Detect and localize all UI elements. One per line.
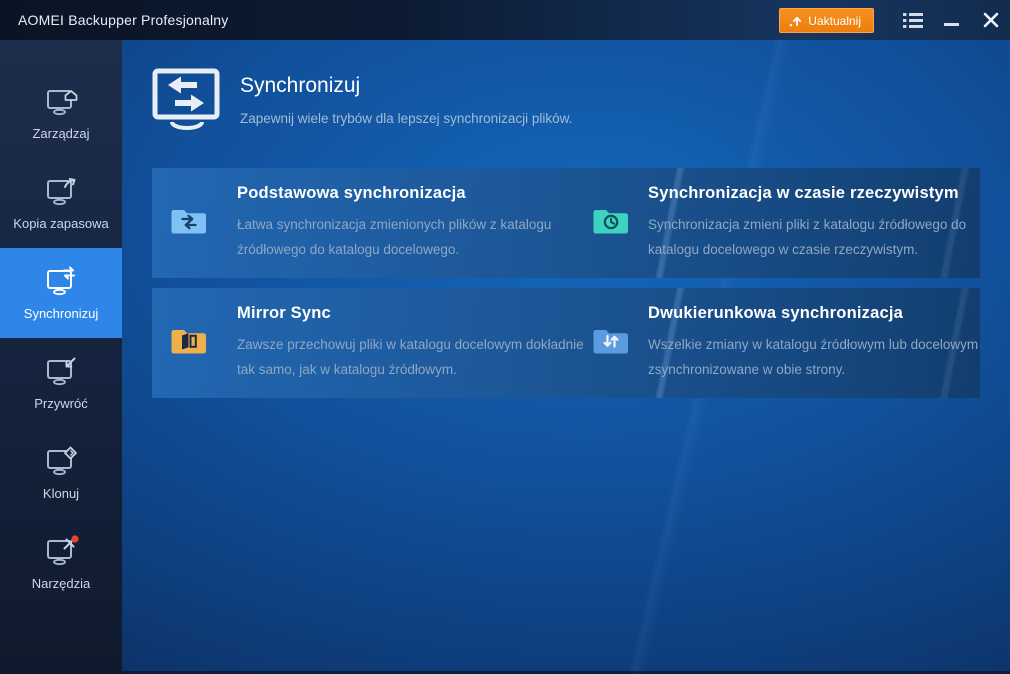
sidebar-item-label: Narzędzia xyxy=(32,576,91,591)
card-title: Podstawowa synchronizacja xyxy=(237,184,585,203)
card-description: Wszelkie zmiany w katalogu źródłowym lub… xyxy=(648,332,980,382)
folder-sync-icon xyxy=(170,205,208,241)
minimize-icon[interactable] xyxy=(938,6,964,34)
monitor-tools-icon xyxy=(43,535,79,567)
sidebar-item-manage[interactable]: Zarządzaj xyxy=(0,68,122,158)
card-description: Zawsze przechowuj pliki w katalogu docel… xyxy=(237,332,585,382)
card-two-way-sync[interactable]: Dwukierunkowa synchronizacja Wszelkie zm… xyxy=(592,288,980,398)
page-subtitle: Zapewnij wiele trybów dla lepszej synchr… xyxy=(240,111,572,126)
page-title: Synchronizuj xyxy=(240,74,572,98)
upgrade-button-label: Uaktualnij xyxy=(808,14,861,28)
app-window: AOMEI Backupper Profesjonalny Uaktualnij xyxy=(0,0,1010,674)
sidebar-item-clone[interactable]: Klonuj xyxy=(0,428,122,518)
card-mirror-sync[interactable]: Mirror Sync Zawsze przechowuj pliki w ka… xyxy=(170,288,585,398)
sidebar: Zarządzaj Kopia zapasowa Synchronizu xyxy=(0,40,122,674)
monitor-clone-icon xyxy=(43,445,79,477)
sidebar-item-tools[interactable]: Narzędzia xyxy=(0,518,122,608)
monitor-backup-icon xyxy=(43,175,79,207)
sidebar-item-label: Przywróć xyxy=(34,396,87,411)
window-title: AOMEI Backupper Profesjonalny xyxy=(18,12,228,28)
sync-monitor-icon xyxy=(152,68,222,137)
menu-icon[interactable] xyxy=(900,6,926,34)
card-realtime-sync[interactable]: Synchronizacja w czasie rzeczywistym Syn… xyxy=(592,168,980,278)
page-header: Synchronizuj Zapewnij wiele trybów dla l… xyxy=(152,68,572,137)
card-description: Synchronizacja zmieni pliki z katalogu ź… xyxy=(648,212,980,262)
monitor-restore-icon xyxy=(43,355,79,387)
monitor-home-icon xyxy=(43,85,79,117)
card-basic-sync[interactable]: Podstawowa synchronizacja Łatwa synchron… xyxy=(170,168,585,278)
upgrade-button[interactable]: Uaktualnij xyxy=(779,8,874,33)
folder-mirror-icon xyxy=(170,325,208,361)
sidebar-item-label: Zarządzaj xyxy=(32,126,89,141)
sidebar-item-label: Kopia zapasowa xyxy=(13,216,108,231)
card-title: Synchronizacja w czasie rzeczywistym xyxy=(648,184,980,203)
sidebar-item-restore[interactable]: Przywróć xyxy=(0,338,122,428)
mode-row-2: Mirror Sync Zawsze przechowuj pliki w ka… xyxy=(152,288,980,398)
sidebar-item-sync[interactable]: Synchronizuj xyxy=(0,248,122,338)
card-title: Mirror Sync xyxy=(237,304,585,323)
folder-clock-icon xyxy=(592,205,630,241)
mode-row-1: Podstawowa synchronizacja Łatwa synchron… xyxy=(152,168,980,278)
folder-updown-icon xyxy=(592,325,630,361)
sync-mode-list: Podstawowa synchronizacja Łatwa synchron… xyxy=(152,168,980,408)
upgrade-arrow-icon xyxy=(789,14,802,27)
sidebar-item-label: Synchronizuj xyxy=(24,306,98,321)
card-title: Dwukierunkowa synchronizacja xyxy=(648,304,980,323)
close-icon[interactable] xyxy=(978,6,1004,34)
sidebar-item-label: Klonuj xyxy=(43,486,79,501)
titlebar: AOMEI Backupper Profesjonalny Uaktualnij xyxy=(0,0,1010,40)
notification-dot xyxy=(71,535,78,542)
monitor-sync-icon xyxy=(43,265,79,297)
main-content: Synchronizuj Zapewnij wiele trybów dla l… xyxy=(122,40,1010,674)
card-description: Łatwa synchronizacja zmienionych plików … xyxy=(237,212,585,262)
sidebar-item-backup[interactable]: Kopia zapasowa xyxy=(0,158,122,248)
